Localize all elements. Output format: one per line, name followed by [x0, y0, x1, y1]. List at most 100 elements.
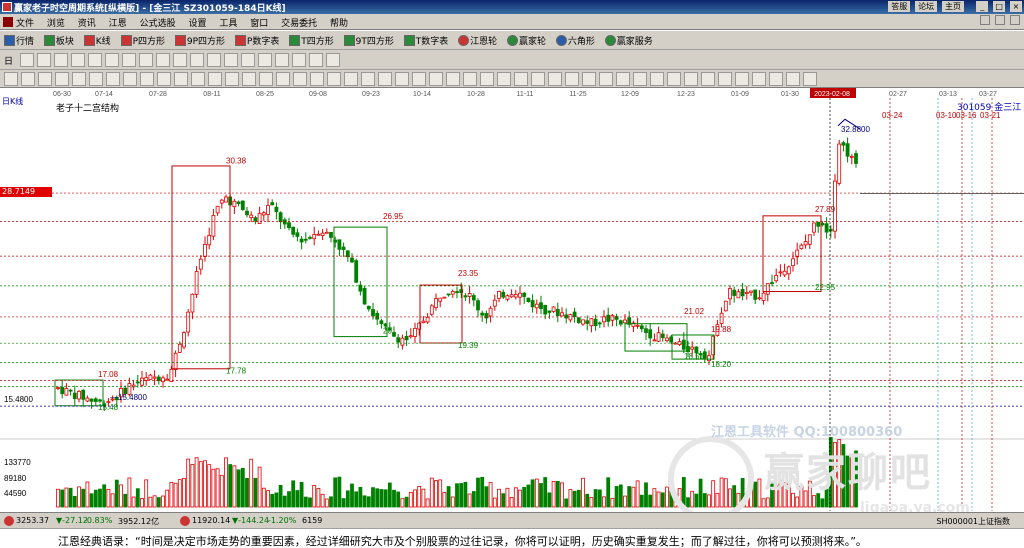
indicator-tool-icon-33[interactable] — [548, 72, 562, 86]
mdi-restore-button[interactable] — [995, 15, 1006, 25]
indicator-tool-icon-7[interactable] — [106, 72, 120, 86]
tool-winner-wheel[interactable]: 赢家轮 — [506, 34, 546, 47]
indicator-tool-icon-29[interactable] — [480, 72, 494, 86]
indicator-tool-icon-26[interactable] — [429, 72, 443, 86]
indicator-tool-icon-20[interactable] — [327, 72, 341, 86]
menu-window[interactable]: 窗口 — [250, 19, 268, 29]
indicator-tool-icon-39[interactable] — [650, 72, 664, 86]
indicator-tool-icon-13[interactable] — [208, 72, 222, 86]
indicator-tool-icon-10[interactable] — [157, 72, 171, 86]
indicator-tool-icon-40[interactable] — [667, 72, 681, 86]
indicator-tool-icon-24[interactable] — [395, 72, 409, 86]
indicator-tool-icon-31[interactable] — [514, 72, 528, 86]
tool-9t-square[interactable]: 9T四方形 — [343, 34, 394, 47]
tool-p-number-table[interactable]: P数字表 — [234, 34, 279, 47]
indicator-tool-icon-38[interactable] — [633, 72, 647, 86]
tool-quote[interactable]: 行情 — [4, 34, 34, 47]
indicator-tool-icon-43[interactable] — [718, 72, 732, 86]
draw-tool-icon-11[interactable] — [190, 53, 204, 67]
indicator-tool-icon-23[interactable] — [378, 72, 392, 86]
link-home[interactable]: 主页 — [942, 1, 964, 12]
indicator-tool-icon-17[interactable] — [276, 72, 290, 86]
current-index-label[interactable]: SH000001上证指数 — [936, 516, 1010, 527]
system-menu-icon[interactable] — [3, 17, 13, 27]
indicator-tool-icon-22[interactable] — [361, 72, 375, 86]
indicator-tool-icon-47[interactable] — [786, 72, 800, 86]
draw-tool-icon-10[interactable] — [173, 53, 187, 67]
indicator-tool-icon-28[interactable] — [463, 72, 477, 86]
maximize-button[interactable]: □ — [993, 1, 1006, 12]
indicator-tool-icon-46[interactable] — [769, 72, 783, 86]
tool-gann-wheel[interactable]: 江恩轮 — [458, 34, 497, 47]
indicator-tool-icon-14[interactable] — [225, 72, 239, 86]
tool-p-square[interactable]: P四方形 — [120, 34, 165, 47]
indicator-tool-icon-6[interactable] — [89, 72, 103, 86]
period-selector[interactable]: 日 — [4, 54, 13, 67]
indicator-tool-icon-1[interactable] — [4, 72, 18, 86]
menu-settings[interactable]: 设置 — [188, 19, 206, 29]
draw-tool-icon-15[interactable] — [258, 53, 272, 67]
indicator-tool-icon-2[interactable] — [21, 72, 35, 86]
indicator-tool-icon-41[interactable] — [684, 72, 698, 86]
indicator-tool-icon-11[interactable] — [174, 72, 188, 86]
indicator-tool-icon-37[interactable] — [616, 72, 630, 86]
close-button[interactable]: × — [1010, 1, 1022, 12]
mdi-close-button[interactable] — [1010, 15, 1020, 25]
tool-9p-square[interactable]: 9P四方形 — [174, 34, 225, 47]
link-answer[interactable]: 答服 — [888, 1, 911, 12]
draw-tool-icon-7[interactable] — [122, 53, 136, 67]
draw-tool-icon-17[interactable] — [292, 53, 306, 67]
menu-gann[interactable]: 江恩 — [109, 19, 127, 29]
tool-service[interactable]: 赢家服务 — [604, 34, 653, 47]
draw-tool-icon-18[interactable] — [309, 53, 323, 67]
menu-browse[interactable]: 浏览 — [47, 19, 65, 29]
draw-tool-icon-1[interactable] — [20, 53, 34, 67]
draw-tool-icon-4[interactable] — [71, 53, 85, 67]
menu-help[interactable]: 帮助 — [330, 19, 348, 29]
draw-tool-icon-16[interactable] — [275, 53, 289, 67]
indicator-tool-icon-42[interactable] — [701, 72, 715, 86]
indicator-tool-icon-45[interactable] — [752, 72, 766, 86]
mdi-minimize-button[interactable] — [980, 15, 991, 25]
indicator-tool-icon-36[interactable] — [599, 72, 613, 86]
tool-hexagon[interactable]: 六角形 — [555, 34, 595, 47]
indicator-tool-icon-35[interactable] — [582, 72, 596, 86]
tool-kline[interactable]: K线 — [83, 34, 111, 47]
indicator-tool-icon-9[interactable] — [140, 72, 154, 86]
draw-tool-icon-8[interactable] — [139, 53, 153, 67]
link-forum[interactable]: 论坛 — [915, 1, 938, 12]
indicator-tool-icon-4[interactable] — [55, 72, 69, 86]
tool-sector[interactable]: 板块 — [43, 34, 74, 47]
menu-formula[interactable]: 公式选股 — [140, 19, 176, 29]
indicator-tool-icon-27[interactable] — [446, 72, 460, 86]
draw-tool-icon-2[interactable] — [37, 53, 51, 67]
draw-tool-icon-12[interactable] — [207, 53, 221, 67]
indicator-tool-icon-34[interactable] — [565, 72, 579, 86]
tool-t-square[interactable]: T四方形 — [289, 34, 334, 47]
indicator-tool-icon-18[interactable] — [293, 72, 307, 86]
indicator-tool-icon-48[interactable] — [803, 72, 817, 86]
indicator-tool-icon-25[interactable] — [412, 72, 426, 86]
indicator-tool-icon-32[interactable] — [531, 72, 545, 86]
indicator-tool-icon-3[interactable] — [38, 72, 52, 86]
minimize-button[interactable]: _ — [976, 1, 989, 12]
draw-tool-icon-6[interactable] — [105, 53, 119, 67]
indicator-tool-icon-15[interactable] — [242, 72, 256, 86]
indicator-tool-icon-44[interactable] — [735, 72, 749, 86]
menu-info[interactable]: 资讯 — [78, 19, 96, 29]
indicator-tool-icon-8[interactable] — [123, 72, 137, 86]
menu-file[interactable]: 文件 — [16, 19, 34, 29]
draw-tool-icon-19[interactable] — [326, 53, 340, 67]
indicator-tool-icon-21[interactable] — [344, 72, 358, 86]
draw-tool-icon-9[interactable] — [156, 53, 170, 67]
draw-tool-icon-14[interactable] — [241, 53, 255, 67]
draw-tool-icon-3[interactable] — [54, 53, 68, 67]
indicator-tool-icon-30[interactable] — [497, 72, 511, 86]
indicator-tool-icon-12[interactable] — [191, 72, 205, 86]
indicator-tool-icon-5[interactable] — [72, 72, 86, 86]
indicator-tool-icon-16[interactable] — [259, 72, 273, 86]
tool-t-number-table[interactable]: T数字表 — [403, 34, 448, 47]
draw-tool-icon-5[interactable] — [88, 53, 102, 67]
indicator-tool-icon-19[interactable] — [310, 72, 324, 86]
menu-tools[interactable]: 工具 — [219, 19, 237, 29]
